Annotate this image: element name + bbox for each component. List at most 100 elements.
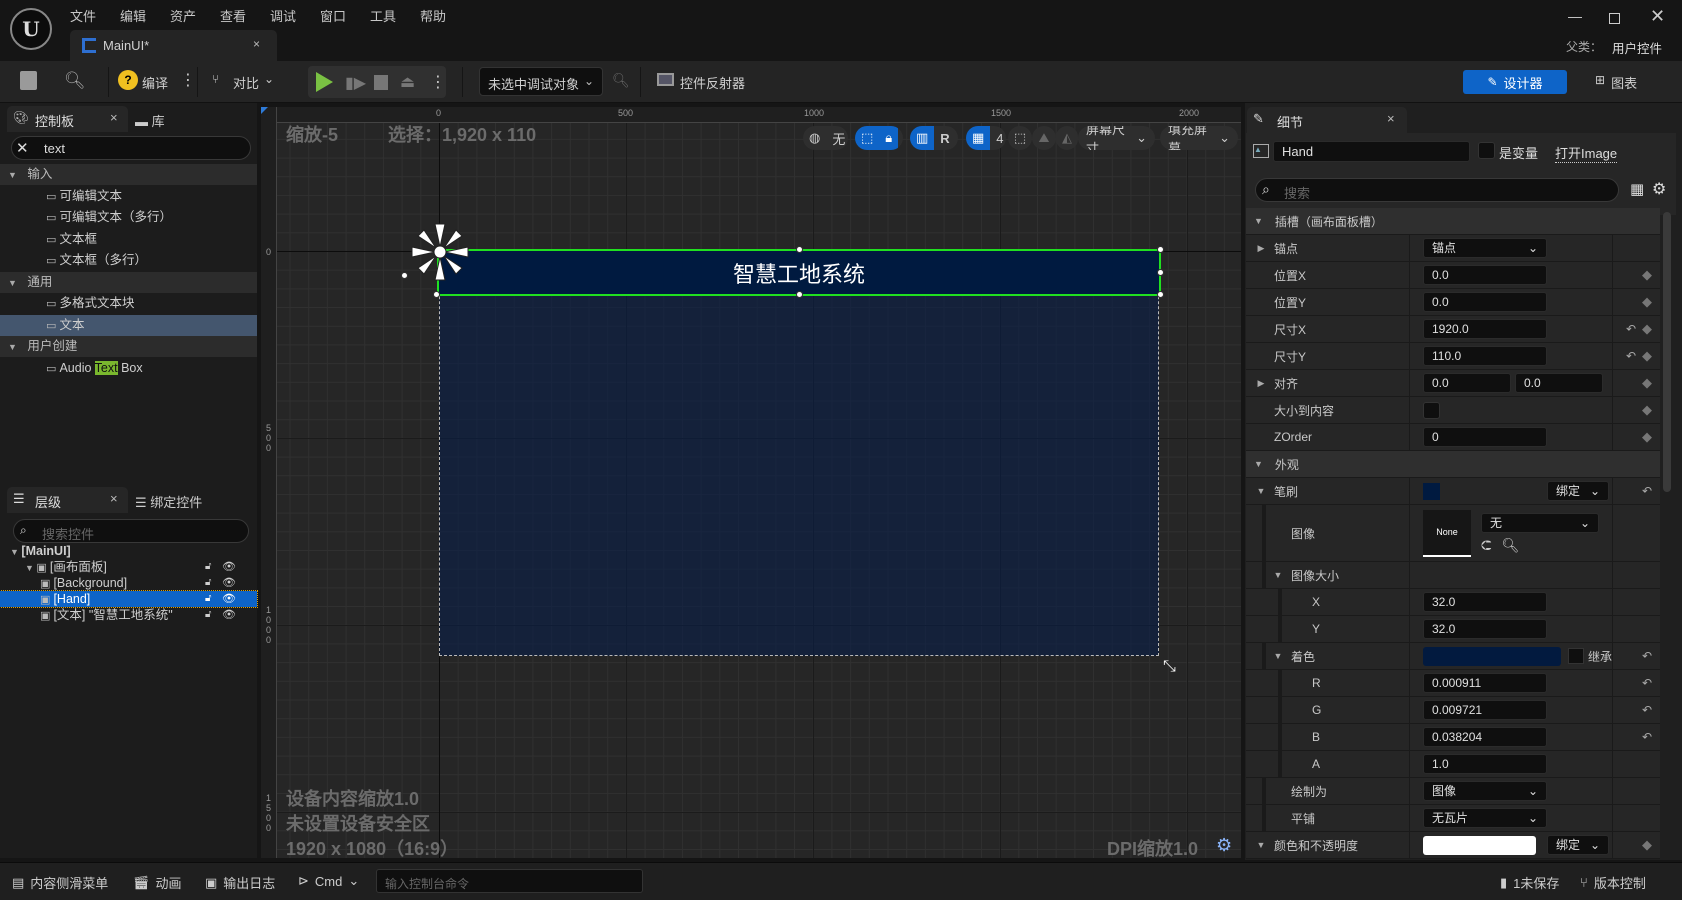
add-keyframe-icon[interactable]: ◆ [1642, 429, 1652, 445]
content-drawer-button[interactable]: ▤ 内容侧滑菜单 [12, 873, 108, 892]
hierarchy-item[interactable]: ▣ [Hand] 🔓︎ 👁︎ [0, 590, 258, 608]
palette-item[interactable]: ▭ 可编辑文本 [0, 186, 257, 207]
details-search-input[interactable]: ⌕ 搜索 [1255, 178, 1619, 202]
diff-button[interactable]: 对比 [233, 73, 259, 92]
eye-icon[interactable]: 👁︎ [222, 591, 236, 607]
lock-icon[interactable]: 🔓︎ [205, 607, 211, 623]
color-opacity-bar[interactable] [1423, 835, 1536, 855]
property-input[interactable]: 0.009721 [1423, 700, 1547, 720]
property-dropdown[interactable]: 图像 ⌄ [1423, 781, 1547, 801]
resize-handle[interactable] [433, 291, 440, 298]
caret-down-icon[interactable]: ▼ [1254, 840, 1268, 850]
lock-icon[interactable]: 🔓︎ [205, 559, 211, 575]
graph-button[interactable]: ⊞ 图表 [1595, 73, 1637, 92]
property-dropdown[interactable]: 无 ⌄ [1481, 512, 1599, 533]
reset-to-default-icon[interactable]: ↶ [1626, 322, 1636, 336]
property-input[interactable]: 1.0 [1423, 754, 1547, 774]
property-checkbox[interactable] [1423, 401, 1440, 419]
animation-button[interactable]: 🎬︎ 动画 [133, 873, 182, 892]
tab-details[interactable]: ✎ 细节 × [1247, 107, 1407, 133]
property-input[interactable]: 0.0 [1515, 373, 1603, 393]
debug-find-icon[interactable]: 🔍︎ [612, 72, 630, 89]
parent-class-link[interactable]: 用户控件 [1612, 38, 1662, 57]
tint-color-bar[interactable] [1423, 646, 1561, 666]
palette-item[interactable]: ▭ 文本框（多行） [0, 250, 257, 271]
screen-size-dropdown[interactable]: 屏幕尺寸 ⌄ [1078, 126, 1155, 150]
hierarchy-search-input[interactable]: ⌕ 搜索控件 [13, 519, 249, 543]
resize-handle[interactable] [796, 246, 803, 253]
tab-library[interactable]: ▬ 库 [135, 111, 165, 130]
caret-down-icon[interactable]: ▼ [1254, 486, 1268, 496]
lock-icon[interactable]: 🔓︎ [205, 591, 211, 607]
add-keyframe-icon[interactable]: ◆ [1642, 375, 1652, 391]
background-image-icon[interactable]: ⛰ [1032, 126, 1056, 150]
property-input[interactable]: 0.000911 [1423, 673, 1547, 693]
compile-button[interactable]: 编译 [142, 73, 168, 92]
reset-to-default-icon[interactable]: ↶ [1642, 676, 1652, 690]
reset-to-default-icon[interactable]: ↶ [1642, 703, 1652, 717]
tab-hierarchy[interactable]: ☰ 层级 × [7, 487, 128, 513]
respect-locks-toggle[interactable]: ▥ R [910, 126, 958, 150]
source-control-button[interactable]: ⑂ 版本控制 [1580, 873, 1646, 892]
resize-handle[interactable] [401, 272, 408, 279]
widget-reflector-button[interactable]: 控件反射器 [680, 73, 745, 92]
menu-asset[interactable]: 资产 [170, 6, 196, 25]
unreal-logo[interactable]: U [10, 8, 52, 50]
hierarchy-item[interactable]: ▼ ▣ [画布面板] 🔓︎ 👁︎ [0, 559, 257, 575]
palette-item[interactable]: ▭ 可编辑文本（多行） [0, 207, 257, 228]
compile-status-icon[interactable]: ? [118, 70, 138, 90]
design-surface[interactable] [439, 251, 1159, 656]
step-icon[interactable]: ▮▶ [345, 73, 366, 93]
output-log-button[interactable]: ▣ 输出日志 [205, 873, 275, 892]
open-image-link[interactable]: 打开Image [1555, 143, 1618, 163]
bind-dropdown[interactable]: 绑定 ⌄ [1547, 481, 1609, 501]
close-tab-icon[interactable]: × [253, 37, 260, 51]
tab-palette[interactable]: 🎨︎ 控制板 × [7, 106, 128, 132]
menu-debug[interactable]: 调试 [270, 6, 296, 25]
property-matrix-icon[interactable]: ▦ [1630, 180, 1644, 198]
compile-options-icon[interactable]: ⋮ [180, 70, 196, 90]
close-tab-icon[interactable]: × [110, 110, 118, 125]
caret-down-icon[interactable]: ▼ [1271, 570, 1285, 580]
caret-down-icon[interactable]: ▼ [1271, 651, 1285, 661]
lock-icon[interactable]: 🔓︎ [205, 575, 211, 591]
reset-to-default-icon[interactable]: ↶ [1642, 730, 1652, 744]
flip-icon[interactable]: ◭ [1056, 126, 1078, 150]
resize-handle[interactable] [1157, 291, 1164, 298]
hierarchy-item[interactable]: ▼ [MainUI] [0, 543, 257, 559]
hierarchy-item[interactable]: ▣ [文本] "智慧工地系统" 🔓︎ 👁︎ [0, 607, 257, 623]
image-thumbnail[interactable]: None [1423, 509, 1471, 557]
eject-icon[interactable]: ⏏ [400, 72, 415, 92]
palette-category[interactable]: ▼ 通用 [0, 271, 257, 293]
play-options-icon[interactable]: ⋮ [430, 72, 446, 92]
add-keyframe-icon[interactable]: ◆ [1642, 267, 1652, 283]
caret-right-icon[interactable]: ▶ [1254, 378, 1268, 389]
clear-search-icon[interactable]: ✕ [16, 139, 29, 157]
resize-corner-icon[interactable]: ⤡ [1163, 658, 1176, 676]
add-keyframe-icon[interactable]: ◆ [1642, 402, 1652, 418]
details-section-header[interactable]: ▼ 插槽（画布面板槽） [1246, 208, 1660, 235]
bind-dropdown[interactable]: 绑定 ⌄ [1547, 835, 1609, 855]
menu-tools[interactable]: 工具 [370, 6, 396, 25]
close-tab-icon[interactable]: × [1387, 111, 1395, 126]
close-icon[interactable]: ✕ [1650, 6, 1665, 27]
palette-item[interactable]: ▭ 多格式文本块 [0, 293, 257, 314]
eye-icon[interactable]: 👁︎ [222, 607, 236, 623]
debug-target-dropdown[interactable]: 未选中调试对象 ⌄ [479, 67, 603, 96]
add-keyframe-icon[interactable]: ◆ [1642, 321, 1652, 337]
tab-bind-widgets[interactable]: ☰ 绑定控件 [135, 492, 202, 511]
brush-color-swatch[interactable] [1423, 482, 1440, 500]
minimize-icon[interactable]: — [1568, 8, 1582, 24]
settings-gear-icon[interactable]: ⚙ [1652, 179, 1666, 199]
property-input[interactable]: 32.0 [1423, 619, 1547, 639]
resize-handle[interactable] [1157, 246, 1164, 253]
add-keyframe-icon[interactable]: ◆ [1642, 348, 1652, 364]
save-icon[interactable] [20, 71, 37, 90]
is-variable-checkbox[interactable] [1478, 142, 1495, 159]
reset-to-default-icon[interactable]: ↶ [1626, 349, 1636, 363]
designer-canvas[interactable]: 智慧工地系统 ⤡ 缩放-5 选择：1,920 x 110 设备内容缩放1.0 未… [261, 107, 1241, 858]
console-command-input[interactable]: 输入控制台命令 [376, 869, 643, 893]
resize-handle[interactable] [796, 291, 803, 298]
maximize-icon[interactable] [1609, 13, 1620, 24]
fill-screen-dropdown[interactable]: 填充屏幕 ⌄ [1160, 126, 1238, 150]
